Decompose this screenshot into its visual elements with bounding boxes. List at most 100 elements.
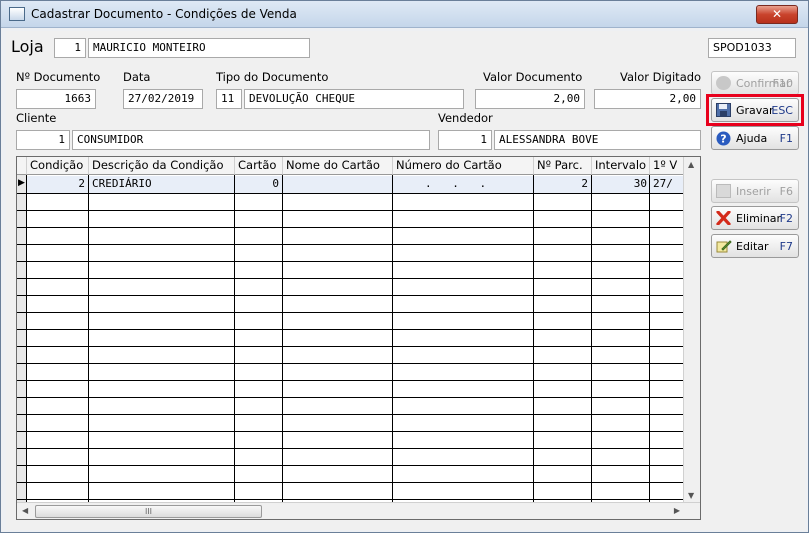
col-header-numero-cartao[interactable]: Número do Cartão: [393, 157, 534, 175]
table-cell-descricao[interactable]: CREDIÁRIO: [92, 176, 232, 192]
grid-row-line: [17, 244, 684, 245]
inserir-label: Inserir: [736, 185, 771, 198]
col-header-descricao[interactable]: Descrição da Condição: [89, 157, 235, 175]
eliminar-button[interactable]: Eliminar F2: [711, 206, 799, 230]
eliminar-key: F2: [779, 212, 793, 225]
data-field[interactable]: 27/02/2019: [123, 89, 203, 109]
vendedor-code-field[interactable]: 1: [438, 130, 492, 150]
table-cell-cartao[interactable]: 0: [237, 176, 279, 192]
grid-row-line: [17, 431, 684, 432]
grid-column-line: [234, 175, 235, 503]
row-indicator-column: [17, 175, 27, 503]
confirmar-key: F10: [772, 77, 793, 90]
condicoes-grid[interactable]: Condição Descrição da Condição Cartão No…: [16, 156, 701, 520]
inserir-key: F6: [779, 185, 793, 198]
grid-column-line: [591, 175, 592, 503]
current-row-arrow-icon: ▶: [18, 178, 25, 188]
eliminar-label: Eliminar: [736, 212, 782, 225]
grid-row-line: [17, 414, 684, 415]
numero-documento-field[interactable]: 1663: [16, 89, 96, 109]
window-title: Cadastrar Documento - Condições de Venda: [31, 7, 297, 21]
grid-corner: [17, 157, 27, 175]
inserir-button[interactable]: Inserir F6: [711, 179, 799, 203]
editar-label: Editar: [736, 240, 769, 253]
ajuda-button[interactable]: ? Ajuda F1: [711, 126, 799, 150]
editar-key: F7: [779, 240, 793, 253]
scroll-down-icon[interactable]: ▼: [688, 491, 694, 500]
main-window: Cadastrar Documento - Condições de Venda…: [0, 0, 809, 533]
grid-row-line: [17, 346, 684, 347]
table-cell-intervalo[interactable]: 30: [594, 176, 647, 192]
form-body: Loja 1 MAURICIO MONTEIRO SPOD1033 Nº Doc…: [6, 31, 805, 530]
grid-row-line: [17, 363, 684, 364]
editar-button[interactable]: Editar F7: [711, 234, 799, 258]
tipo-code-field[interactable]: 11: [216, 89, 242, 109]
col-header-primeiro-venc[interactable]: 1º V: [650, 157, 685, 175]
data-label: Data: [123, 70, 151, 84]
valor-documento-field[interactable]: 2,00: [475, 89, 585, 109]
grid-column-line: [649, 175, 650, 503]
confirm-icon: [716, 76, 731, 90]
horizontal-scrollbar[interactable]: ◀ III ▶: [17, 502, 700, 519]
edit-pencil-icon: [716, 239, 732, 253]
grid-row-line: [17, 380, 684, 381]
table-cell-primeiro-venc[interactable]: 27/: [653, 176, 683, 192]
scroll-right-icon[interactable]: ▶: [674, 506, 680, 515]
numero-documento-label: Nº Documento: [16, 70, 101, 84]
scroll-left-icon[interactable]: ◀: [22, 506, 28, 515]
ajuda-label: Ajuda: [736, 132, 768, 145]
table-cell-numero-cartao[interactable]: . . .: [425, 176, 530, 192]
title-bar: Cadastrar Documento - Condições de Venda…: [1, 1, 808, 28]
close-button[interactable]: ✕: [756, 5, 798, 24]
insert-icon: [716, 184, 731, 198]
scroll-up-icon[interactable]: ▲: [688, 160, 694, 169]
confirmar-button[interactable]: Confirmar F10: [711, 71, 799, 95]
valor-documento-label: Valor Documento: [483, 70, 583, 84]
horizontal-scroll-thumb[interactable]: III: [35, 505, 262, 518]
svg-text:?: ?: [720, 133, 726, 146]
col-header-cartao[interactable]: Cartão: [235, 157, 283, 175]
vertical-scrollbar[interactable]: ▲ ▼: [683, 157, 700, 503]
grid-row-line: [17, 397, 684, 398]
valor-digitado-label: Valor Digitado: [620, 70, 702, 84]
delete-x-icon: [716, 210, 731, 226]
grid-row-line: [17, 261, 684, 262]
grid-row-line: [17, 482, 684, 483]
loja-name-field[interactable]: MAURICIO MONTEIRO: [88, 38, 310, 58]
grid-column-line: [282, 175, 283, 503]
grid-column-line: [392, 175, 393, 503]
help-icon: ?: [716, 131, 731, 146]
ajuda-key: F1: [779, 132, 793, 145]
grid-row-line: [17, 312, 684, 313]
col-header-intervalo[interactable]: Intervalo: [592, 157, 650, 175]
grid-row-line: [17, 210, 684, 211]
user-code-field: SPOD1033: [708, 38, 796, 58]
grid-row-line: [17, 329, 684, 330]
loja-label: Loja: [11, 37, 44, 56]
app-icon: [9, 7, 25, 21]
grid-column-line: [533, 175, 534, 503]
grid-row-line: [17, 499, 684, 500]
cliente-code-field[interactable]: 1: [16, 130, 70, 150]
grid-row-line: [17, 193, 684, 194]
grid-column-line: [88, 175, 89, 503]
grid-row-line: [17, 295, 684, 296]
tipo-documento-label: Tipo do Documento: [216, 70, 329, 84]
tipo-documento-field[interactable]: DEVOLUÇÃO CHEQUE: [244, 89, 464, 109]
valor-digitado-field[interactable]: 2,00: [594, 89, 701, 109]
table-cell-condicao[interactable]: 2: [29, 176, 85, 192]
vendedor-name-field[interactable]: ALESSANDRA BOVE: [494, 130, 701, 150]
gravar-highlight: [706, 94, 804, 126]
grid-row-line: [17, 278, 684, 279]
table-cell-parcelas[interactable]: 2: [536, 176, 588, 192]
grid-row-line: [17, 448, 684, 449]
grid-row-line: [17, 227, 684, 228]
cliente-label: Cliente: [16, 111, 57, 125]
loja-code-field[interactable]: 1: [54, 38, 86, 58]
cliente-name-field[interactable]: CONSUMIDOR: [72, 130, 430, 150]
vendedor-label: Vendedor: [438, 111, 493, 125]
col-header-condicao[interactable]: Condição: [27, 157, 89, 175]
col-header-nome-cartao[interactable]: Nome do Cartão: [283, 157, 393, 175]
grid-row-line: [17, 465, 684, 466]
col-header-parcelas[interactable]: Nº Parc.: [534, 157, 592, 175]
